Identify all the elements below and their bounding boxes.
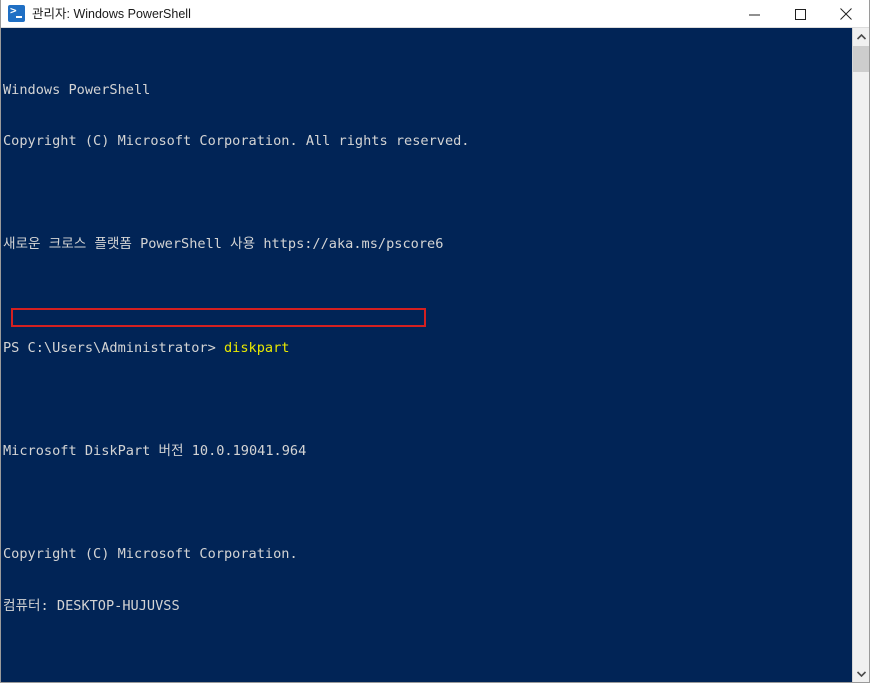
scroll-down-icon[interactable] xyxy=(853,665,869,682)
console-line-notice: 새로운 크로스 플랫폼 PowerShell 사용 https://aka.ms… xyxy=(3,236,444,253)
console-line-ps-banner-1: Windows PowerShell xyxy=(3,81,151,98)
minimize-button[interactable] xyxy=(731,0,777,28)
window-controls xyxy=(731,0,869,28)
console-line-diskpart-version: Microsoft DiskPart 버전 10.0.19041.964 xyxy=(3,442,307,459)
ps-command-diskpart: diskpart xyxy=(223,339,290,356)
console-line-ps-prompt: PS C:\Users\Administrator> diskpart xyxy=(3,340,852,357)
console-line-computer: 컴퓨터: DESKTOP-HUJUVSS xyxy=(3,597,180,614)
terminal-area[interactable]: Windows PowerShell Copyright (C) Microso… xyxy=(1,28,869,682)
console-line-copyright: Copyright (C) Microsoft Corporation. xyxy=(3,545,298,562)
powershell-window: 관리자: Windows PowerShell Wind xyxy=(0,0,870,683)
window-title: 관리자: Windows PowerShell xyxy=(32,6,191,21)
console-output[interactable]: Windows PowerShell Copyright (C) Microso… xyxy=(1,28,852,682)
ps-prompt-text: PS C:\Users\Administrator> xyxy=(3,339,224,356)
titlebar[interactable]: 관리자: Windows PowerShell xyxy=(1,0,869,28)
close-button[interactable] xyxy=(823,0,869,28)
powershell-icon xyxy=(8,4,25,22)
scroll-up-icon[interactable] xyxy=(853,28,869,45)
scrollbar-thumb[interactable] xyxy=(853,46,869,72)
scrollbar-track[interactable] xyxy=(853,45,869,665)
vertical-scrollbar[interactable] xyxy=(852,28,869,682)
console-line-ps-banner-2: Copyright (C) Microsoft Corporation. All… xyxy=(3,133,470,150)
maximize-button[interactable] xyxy=(777,0,823,28)
